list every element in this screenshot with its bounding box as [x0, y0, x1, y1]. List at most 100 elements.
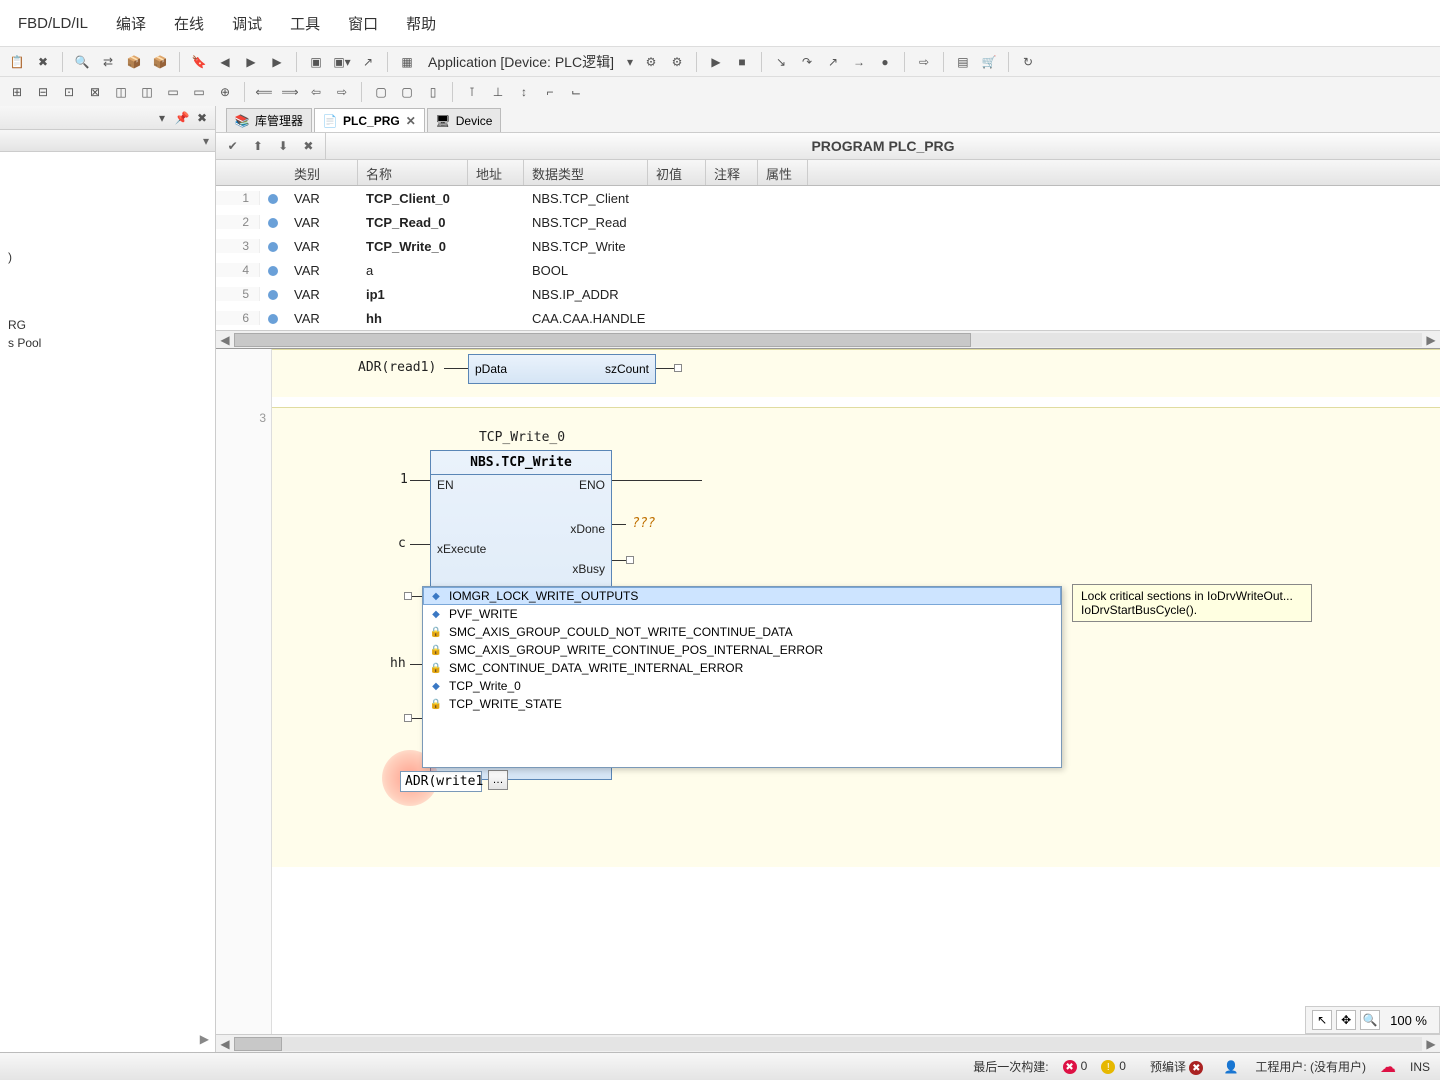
- find-next-icon[interactable]: 📦: [123, 51, 145, 73]
- autocomplete-item[interactable]: 🔒TCP_WRITE_STATE: [423, 695, 1061, 713]
- project-settings-icon[interactable]: ▣▾: [331, 51, 353, 73]
- table-row[interactable]: 5VARip1NBS.IP_ADDR: [216, 282, 1440, 306]
- scroll-right-icon[interactable]: ▶: [1422, 333, 1440, 347]
- output-pin[interactable]: [674, 364, 682, 372]
- scroll-thumb[interactable]: [234, 1037, 282, 1051]
- scroll-right-icon[interactable]: ▶: [1422, 1037, 1440, 1051]
- col-attr[interactable]: 属性: [758, 160, 808, 185]
- user-icon[interactable]: 👤: [1221, 1060, 1241, 1074]
- autocomplete-item[interactable]: 🔒SMC_AXIS_GROUP_WRITE_CONTINUE_POS_INTER…: [423, 641, 1061, 659]
- fbd-tool-7[interactable]: ▭: [162, 81, 184, 103]
- sidebar-dropdown-icon[interactable]: ▾: [153, 110, 171, 126]
- col-name[interactable]: 名称: [358, 160, 468, 185]
- scroll-left-icon[interactable]: ◀: [216, 333, 234, 347]
- empty-pin[interactable]: [404, 714, 412, 722]
- table-row[interactable]: 1VARTCP_Client_0NBS.TCP_Client: [216, 186, 1440, 210]
- zoom-level[interactable]: 100 %: [1384, 1013, 1433, 1028]
- expression-input[interactable]: ADR(write1: [400, 771, 482, 792]
- tree-item[interactable]: ): [4, 248, 211, 266]
- step-out-icon[interactable]: ↗: [822, 51, 844, 73]
- autocomplete-item[interactable]: 🔒SMC_CONTINUE_DATA_WRITE_INTERNAL_ERROR: [423, 659, 1061, 677]
- fbd-tool-9[interactable]: ⊕: [214, 81, 236, 103]
- fbd-editor[interactable]: 3 ADR(read1) pData szCount: [216, 349, 1440, 1034]
- table-row[interactable]: 6VARhhCAA.CAA.HANDLE: [216, 306, 1440, 330]
- fbd-tool-5[interactable]: ◫: [110, 81, 132, 103]
- nav-check-icon[interactable]: ✔: [224, 137, 242, 155]
- col-init[interactable]: 初值: [648, 160, 706, 185]
- nav-down-icon[interactable]: ⬇: [274, 137, 292, 155]
- menu-online[interactable]: 在线: [160, 5, 218, 42]
- step-icon[interactable]: →: [848, 51, 870, 73]
- play-icon[interactable]: ▶: [705, 51, 727, 73]
- fbd-tool-12[interactable]: ⇦: [305, 81, 327, 103]
- col-type[interactable]: 数据类型: [524, 160, 648, 185]
- find-icon[interactable]: 🔍: [71, 51, 93, 73]
- menu-help[interactable]: 帮助: [392, 5, 450, 42]
- xbusy-pin[interactable]: [626, 556, 634, 564]
- forward-icon[interactable]: ⇨: [913, 51, 935, 73]
- fbd-tool-18[interactable]: ⊥: [487, 81, 509, 103]
- scroll-thumb[interactable]: [234, 333, 971, 347]
- stop-icon[interactable]: ■: [731, 51, 753, 73]
- pointer-tool-icon[interactable]: ↖: [1312, 1010, 1332, 1030]
- fbd-tool-3[interactable]: ⊡: [58, 81, 80, 103]
- pan-tool-icon[interactable]: ✥: [1336, 1010, 1356, 1030]
- fbd-tool-1[interactable]: ⊞: [6, 81, 28, 103]
- fbd-tool-15[interactable]: ▢: [396, 81, 418, 103]
- instance-name[interactable]: TCP_Write_0: [472, 430, 572, 445]
- nav-up-icon[interactable]: ⬆: [249, 137, 267, 155]
- tab-library-manager[interactable]: 📚 库管理器: [226, 108, 312, 132]
- tree-item[interactable]: RG: [4, 316, 211, 334]
- copy-icon[interactable]: 📋: [6, 51, 28, 73]
- col-comment[interactable]: 注释: [706, 160, 758, 185]
- fbd-tool-11[interactable]: ⟹: [279, 81, 301, 103]
- step-into-icon[interactable]: ↘: [770, 51, 792, 73]
- menu-tools[interactable]: 工具: [276, 5, 334, 42]
- autocomplete-item[interactable]: ◆IOMGR_LOCK_WRITE_OUTPUTS: [423, 587, 1061, 605]
- project-icon[interactable]: ▣: [305, 51, 327, 73]
- autocomplete-item[interactable]: 🔒SMC_AXIS_GROUP_COULD_NOT_WRITE_CONTINUE…: [423, 623, 1061, 641]
- login-icon[interactable]: ⚙: [640, 51, 662, 73]
- sidebar-expand-icon[interactable]: ▾: [203, 134, 209, 148]
- sidebar-pin-icon[interactable]: 📌: [173, 110, 191, 126]
- table-row[interactable]: 2VARTCP_Read_0NBS.TCP_Read: [216, 210, 1440, 234]
- table-row[interactable]: 3VARTCP_Write_0NBS.TCP_Write: [216, 234, 1440, 258]
- autocomplete-popup[interactable]: ◆IOMGR_LOCK_WRITE_OUTPUTS◆PVF_WRITE🔒SMC_…: [422, 586, 1062, 768]
- fbd-tool-19[interactable]: ↕: [513, 81, 535, 103]
- step-over-icon[interactable]: ↷: [796, 51, 818, 73]
- bookmark-next-icon[interactable]: ▶: [240, 51, 262, 73]
- fbd-tool-8[interactable]: ▭: [188, 81, 210, 103]
- sidebar-tree[interactable]: ) RG s Pool: [0, 152, 215, 358]
- fbd-tool-6[interactable]: ◫: [136, 81, 158, 103]
- open-icon[interactable]: ↗: [357, 51, 379, 73]
- fbd-tool-20[interactable]: ⌐: [539, 81, 561, 103]
- find-prev-icon[interactable]: 📦: [149, 51, 171, 73]
- browse-button[interactable]: …: [488, 770, 508, 790]
- empty-pin[interactable]: [404, 592, 412, 600]
- table-row[interactable]: 4VARaBOOL: [216, 258, 1440, 282]
- sidebar-close-icon[interactable]: ✖: [193, 110, 211, 126]
- menu-debug[interactable]: 调试: [218, 5, 276, 42]
- fbd-tool-2[interactable]: ⊟: [32, 81, 54, 103]
- task-icon[interactable]: ▦: [396, 51, 418, 73]
- menu-compile[interactable]: 编译: [102, 5, 160, 42]
- col-kind[interactable]: 类别: [286, 160, 358, 185]
- application-dropdown[interactable]: Application [Device: PLC逻辑]: [422, 52, 620, 72]
- tab-device[interactable]: 🖥 Device: [427, 108, 502, 132]
- tree-item[interactable]: s Pool: [4, 334, 211, 352]
- refresh-icon[interactable]: ↻: [1017, 51, 1039, 73]
- bookmark-clear-icon[interactable]: ▶: [266, 51, 288, 73]
- fbd-tool-16[interactable]: ▯: [422, 81, 444, 103]
- vartable-hscroll[interactable]: ◀ ▶: [216, 330, 1440, 348]
- menu-window[interactable]: 窗口: [334, 5, 392, 42]
- close-icon[interactable]: ✕: [406, 114, 416, 128]
- zoom-tool-icon[interactable]: 🔍: [1360, 1010, 1380, 1030]
- monitor-icon[interactable]: ▤: [952, 51, 974, 73]
- fbd-tool-10[interactable]: ⟸: [253, 81, 275, 103]
- canvas-hscroll[interactable]: ◀ ▶: [216, 1034, 1440, 1052]
- scroll-right-icon[interactable]: ▶: [200, 1032, 209, 1046]
- logout-icon[interactable]: ⚙: [666, 51, 688, 73]
- autocomplete-item[interactable]: ◆PVF_WRITE: [423, 605, 1061, 623]
- tab-plc-prg[interactable]: 📄 PLC_PRG ✕: [314, 108, 425, 132]
- fbd-tool-4[interactable]: ⊠: [84, 81, 106, 103]
